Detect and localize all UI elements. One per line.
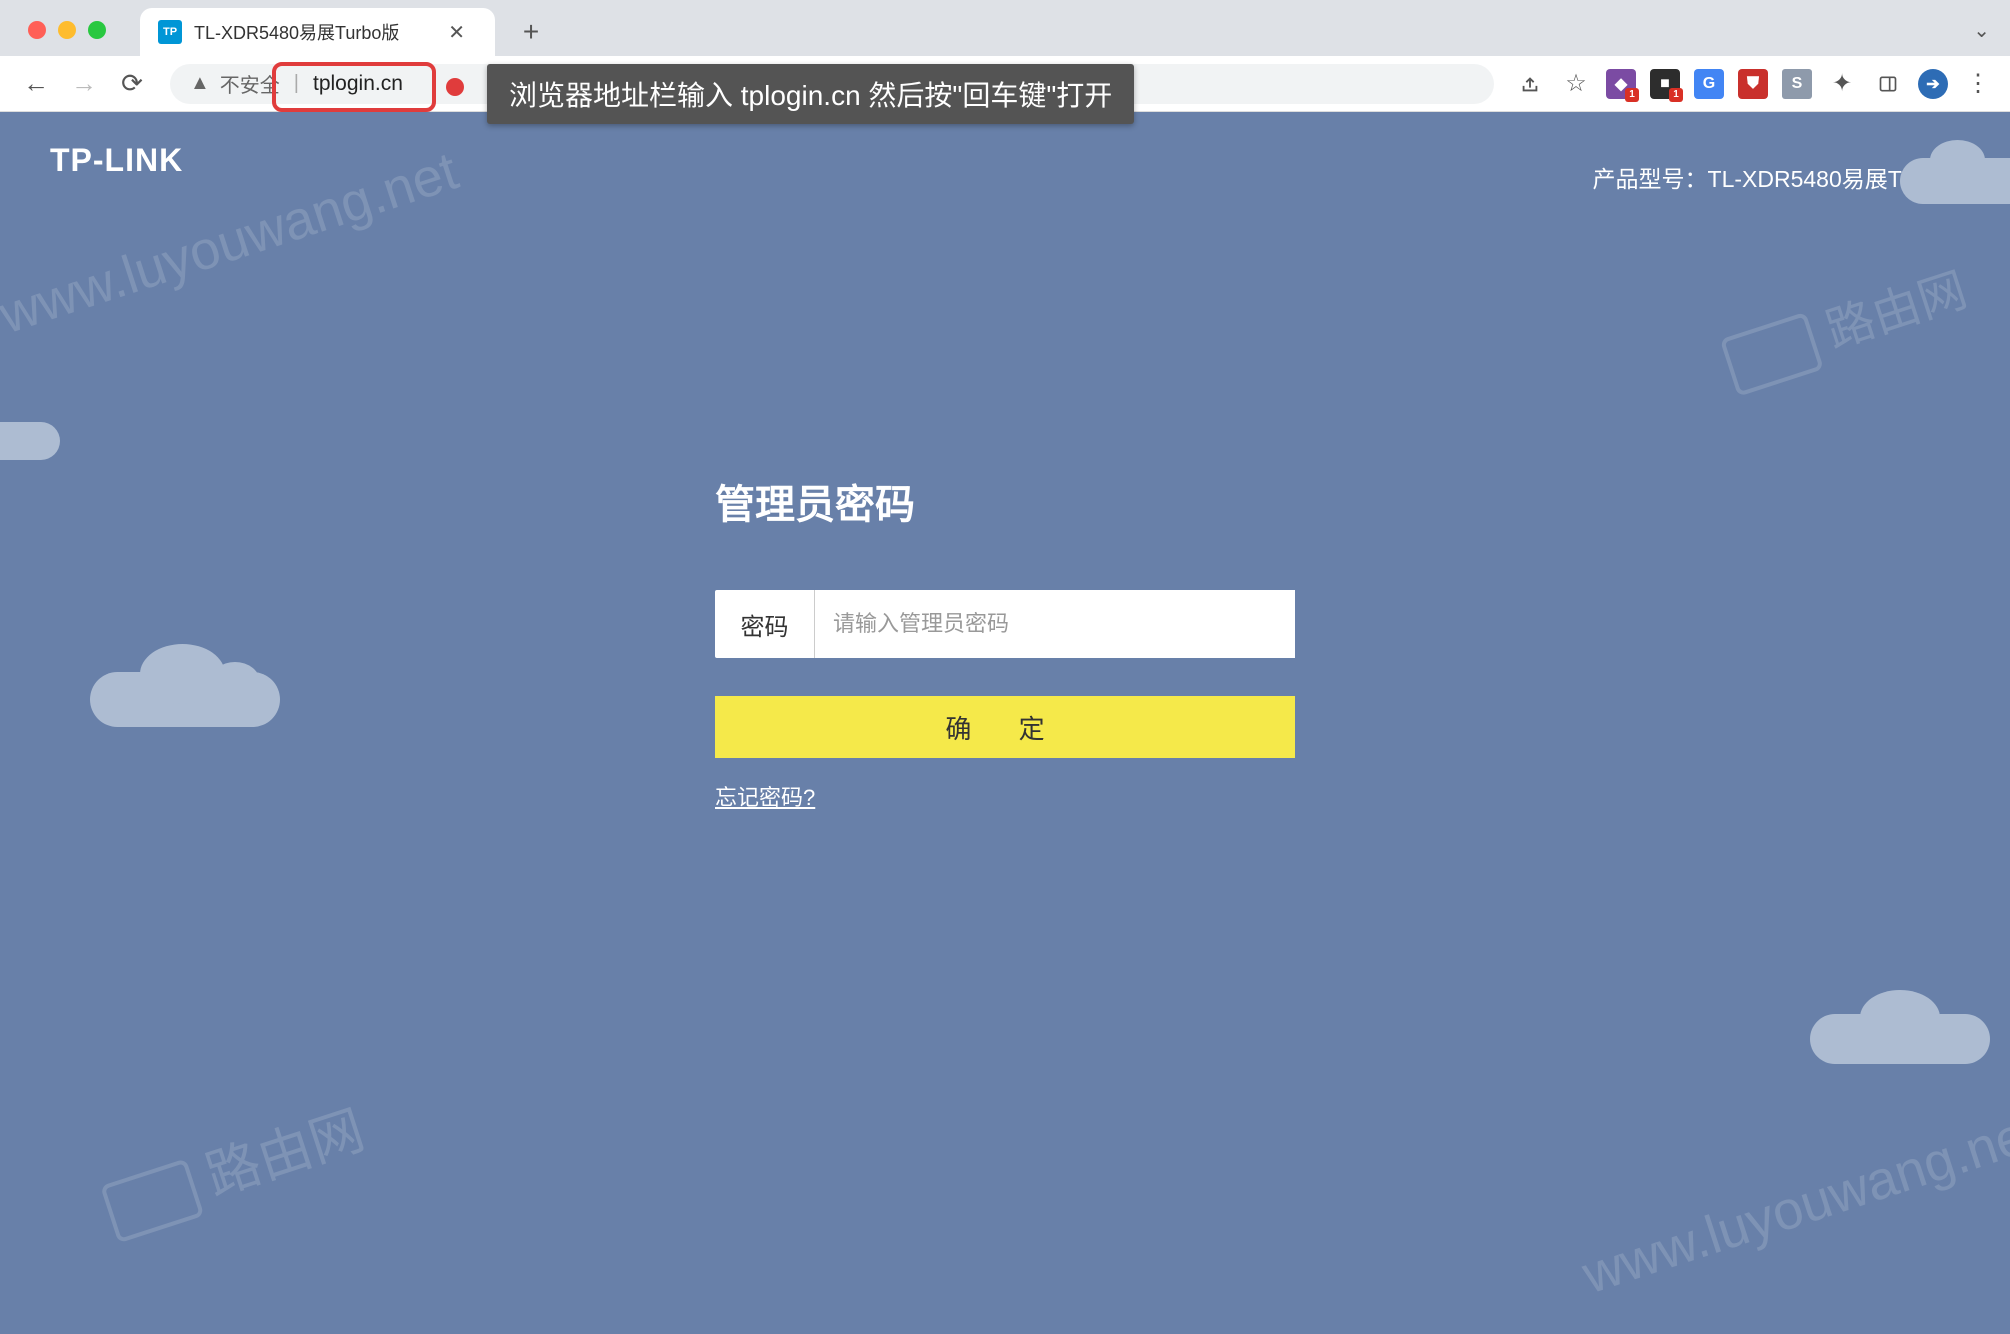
extension-gray-icon[interactable]: S <box>1782 69 1812 99</box>
extension-ublock-icon[interactable]: ⛊ <box>1738 69 1768 99</box>
new-tab-button[interactable]: + <box>511 12 551 52</box>
login-title: 管理员密码 <box>715 472 1295 530</box>
browser-tab[interactable]: TP TL-XDR5480易展Turbo版 ✕ <box>140 8 495 56</box>
close-window-button[interactable] <box>28 21 46 39</box>
security-warning-icon: ▲ <box>190 72 210 95</box>
cloud-decoration <box>0 422 60 460</box>
extensions-puzzle-icon[interactable]: ✦ <box>1826 68 1858 100</box>
side-panel-icon[interactable] <box>1872 68 1904 100</box>
watermark: 路由网 <box>94 1086 372 1244</box>
watermark: 路由网 <box>1716 250 1975 397</box>
cloud-decoration <box>1810 1014 1990 1064</box>
extension-badge: 1 <box>1625 88 1639 102</box>
tab-favicon: TP <box>158 20 182 44</box>
tab-bar: TP TL-XDR5480易展Turbo版 ✕ + ⌄ <box>0 0 2010 56</box>
cloud-decoration <box>90 672 280 727</box>
password-row: 密码 <box>715 590 1295 658</box>
password-label: 密码 <box>715 590 815 658</box>
extension-circle-icon[interactable]: ➔ <box>1918 69 1948 99</box>
tab-close-icon[interactable]: ✕ <box>442 18 471 47</box>
extension-translate-icon[interactable]: G <box>1694 69 1724 99</box>
extension-badge: 1 <box>1669 88 1683 102</box>
cloud-decoration <box>1900 158 2010 204</box>
toolbar-right: ☆ ◆1 ■1 G ⛊ S ✦ ➔ ⋮ <box>1514 68 1994 100</box>
security-label: 不安全 <box>220 69 280 98</box>
share-icon[interactable] <box>1514 68 1546 100</box>
back-button[interactable]: ← <box>16 64 56 104</box>
watermark: www.luyouwang.net <box>1575 1100 2010 1306</box>
brand-logo: TP-LINK <box>50 142 183 179</box>
forgot-password-link[interactable]: 忘记密码? <box>715 785 815 810</box>
annotation-dot <box>446 78 464 96</box>
login-form: 管理员密码 密码 确 定 忘记密码? <box>715 472 1295 812</box>
submit-button[interactable]: 确 定 <box>715 696 1295 758</box>
window-controls <box>28 21 106 39</box>
tabs-dropdown-icon[interactable]: ⌄ <box>1973 18 1990 43</box>
maximize-window-button[interactable] <box>88 21 106 39</box>
forward-button[interactable]: → <box>64 64 104 104</box>
extension-dark-icon[interactable]: ■1 <box>1650 69 1680 99</box>
page-content: TP-LINK 产品型号：TL-XDR5480易展Turbo版 www.luyo… <box>0 112 2010 1334</box>
password-input[interactable] <box>815 590 1295 658</box>
separator: | <box>294 72 299 95</box>
browser-menu-icon[interactable]: ⋮ <box>1962 68 1994 100</box>
annotation-tooltip: 浏览器地址栏输入 tplogin.cn 然后按"回车键"打开 <box>487 64 1134 124</box>
url-text: tplogin.cn <box>313 72 403 96</box>
reload-button[interactable]: ⟳ <box>112 64 152 104</box>
tab-title: TL-XDR5480易展Turbo版 <box>194 19 430 45</box>
extension-purple-icon[interactable]: ◆1 <box>1606 69 1636 99</box>
bookmark-star-icon[interactable]: ☆ <box>1560 68 1592 100</box>
minimize-window-button[interactable] <box>58 21 76 39</box>
